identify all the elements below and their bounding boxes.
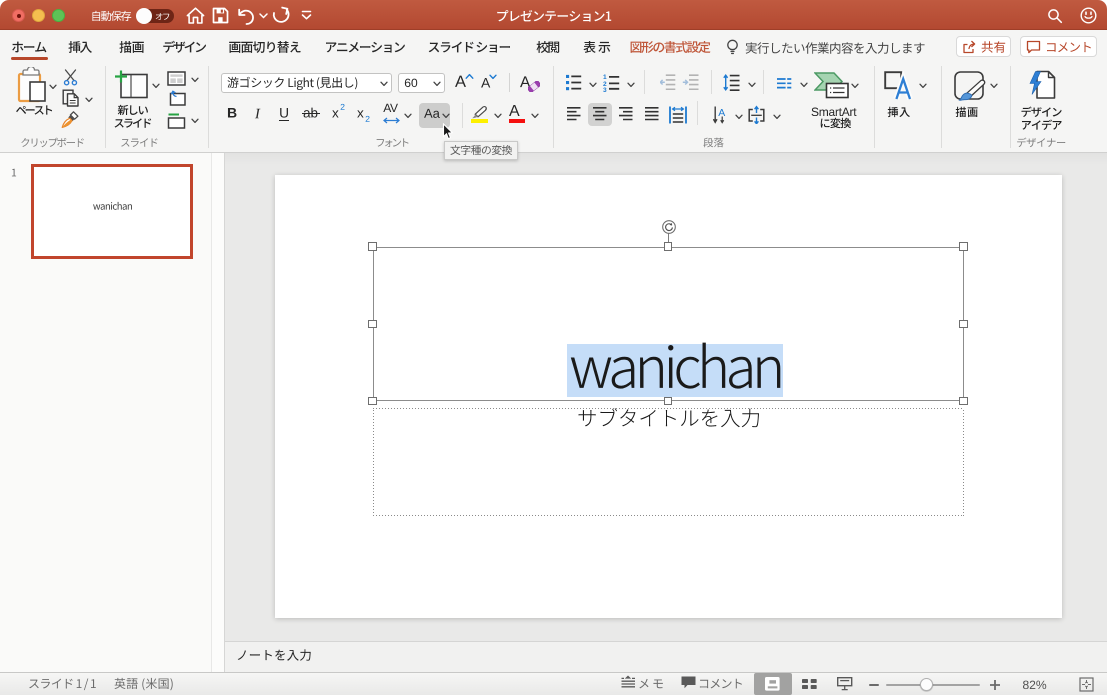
svg-text:3: 3 [603, 87, 607, 92]
